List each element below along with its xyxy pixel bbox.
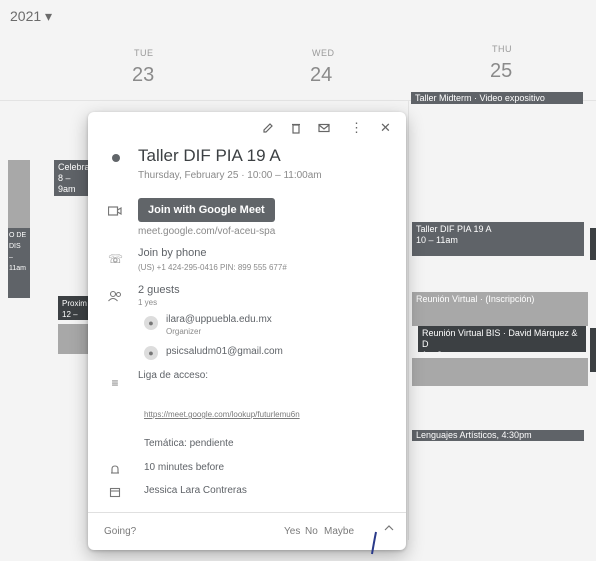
day-name-tue: TUE [134,48,154,58]
event-title: Taller DIF PIA 19 A [138,146,281,165]
description-icon: ≡ [111,376,119,390]
rsvp-yes-button[interactable]: Yes [284,526,300,537]
event-chip-proxim[interactable]: Proxim 12 – 12 [58,296,88,320]
event-chip-taller-dif[interactable]: Taller DIF PIA 19 A 10 – 11am [412,222,584,256]
event-block-right-edge-b[interactable] [590,328,596,372]
column-divider [408,100,409,540]
event-chip-taller-midterm[interactable]: Taller Midterm · Video expositivo [411,92,583,104]
rsvp-maybe-button[interactable]: Maybe [324,526,354,537]
video-camera-icon [107,205,122,219]
guests-count: 2 guests [138,284,180,296]
phone-icon: ☏ [108,252,124,266]
event-chip-reunion-virtual-bis[interactable]: Reunión Virtual BIS · David Márquez & D … [418,326,586,352]
event-color-dot [112,154,120,162]
join-meet-button[interactable]: Join with Google Meet [138,198,275,222]
pencil-icon[interactable] [262,122,274,137]
meet-link[interactable]: meet.google.com/vof-aceu-spa [138,226,275,237]
event-chip-lenguajes[interactable]: Lenguajes Artísticos, 4:30pm [412,430,584,441]
event-details-popup: ⋮ ✕ Taller DIF PIA 19 A Thursday, Februa… [88,112,406,550]
event-block-left-b[interactable] [58,324,88,354]
rsvp-label: Going? [104,526,137,537]
calendar-icon [108,486,122,501]
day-name-wed: WED [312,48,335,58]
event-chip-o-de-dis[interactable]: O DE DIS – 11am [8,228,30,298]
guests-summary: 1 yes [138,298,158,307]
pen-stroke-mark [362,530,388,561]
event-block-right-edge-a[interactable] [590,228,596,260]
trash-icon[interactable] [290,122,302,137]
day-number-23[interactable]: 23 [132,64,154,87]
guest-email-2[interactable]: psicsaludm01@gmail.com [166,346,283,357]
event-block-thu[interactable] [412,358,588,386]
event-chip-celebra[interactable]: Celebra 8 – 9am [54,160,88,196]
join-by-phone-link[interactable]: Join by phone [138,247,207,259]
phone-number: (US) +1 424-295-0416 PIN: 899 555 677# [138,263,287,272]
year-selector[interactable]: 2021 ▾ [10,8,52,25]
day-name-thu: THU [492,44,512,54]
guest-role-1: Organizer [166,327,202,336]
event-chip-reunion-lilac[interactable]: Reunión Virtual · (Inscripción) [412,292,588,326]
close-icon[interactable]: ✕ [380,120,391,136]
guest-avatar-2: ● [144,346,158,360]
description-link[interactable]: https://meet.google.com/lookup/futurlemu… [144,410,300,419]
rsvp-no-button[interactable]: No [305,526,318,537]
people-icon [108,290,122,305]
bell-icon [108,464,122,479]
day-number-25[interactable]: 25 [490,60,512,83]
event-block-left-a[interactable] [8,160,30,228]
more-vert-icon[interactable]: ⋮ [350,120,363,136]
guest-avatar-1: ● [144,316,158,330]
description-label: Liga de acceso: [138,370,209,381]
event-datetime: Thursday, February 25 · 10:00 – 11:00am [138,170,322,181]
guest-email-1[interactable]: ilara@uppuebla.edu.mx [166,314,272,325]
description-extra: Temática: pendiente [144,438,234,449]
day-number-24[interactable]: 24 [310,64,332,87]
calendar-owner: Jessica Lara Contreras [144,485,247,496]
footer-divider [88,512,406,513]
reminder-text: 10 minutes before [144,462,225,473]
email-icon[interactable] [318,122,330,137]
